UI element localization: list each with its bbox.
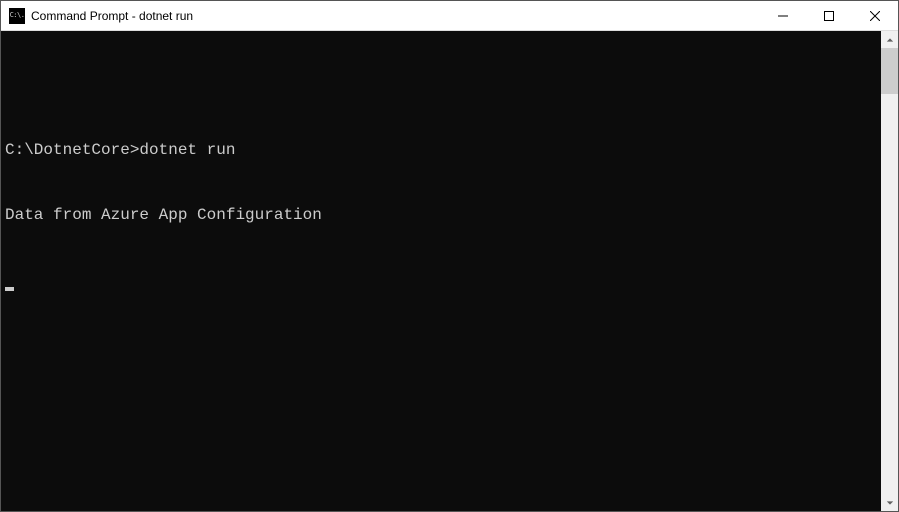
titlebar[interactable]: C:\. Command Prompt - dotnet run xyxy=(1,1,898,31)
cmd-icon-glyph: C:\. xyxy=(10,12,25,19)
cursor-line xyxy=(5,270,877,292)
minimize-icon xyxy=(778,11,788,21)
scrollbar-up-button[interactable] xyxy=(881,31,898,48)
window-title: Command Prompt - dotnet run xyxy=(31,9,760,23)
minimize-button[interactable] xyxy=(760,1,806,30)
prompt-text: C:\DotnetCore> xyxy=(5,141,139,159)
output-line: Data from Azure App Configuration xyxy=(5,205,877,227)
scrollbar-down-button[interactable] xyxy=(881,494,898,511)
window-controls xyxy=(760,1,898,30)
vertical-scrollbar[interactable] xyxy=(881,31,898,511)
close-icon xyxy=(870,11,880,21)
cmd-icon: C:\. xyxy=(9,8,25,24)
prompt-line: C:\DotnetCore>dotnet run xyxy=(5,140,877,162)
close-button[interactable] xyxy=(852,1,898,30)
scrollbar-track[interactable] xyxy=(881,48,898,494)
client-area: C:\DotnetCore>dotnet run Data from Azure… xyxy=(1,31,898,511)
blank-line xyxy=(5,76,877,97)
maximize-button[interactable] xyxy=(806,1,852,30)
scrollbar-thumb[interactable] xyxy=(881,48,898,94)
chevron-down-icon xyxy=(886,499,894,507)
terminal-output[interactable]: C:\DotnetCore>dotnet run Data from Azure… xyxy=(1,31,881,511)
command-text: dotnet run xyxy=(139,141,235,159)
command-prompt-window: C:\. Command Prompt - dotnet run C:\Dotn… xyxy=(0,0,899,512)
maximize-icon xyxy=(824,11,834,21)
chevron-up-icon xyxy=(886,36,894,44)
cursor xyxy=(5,287,14,291)
